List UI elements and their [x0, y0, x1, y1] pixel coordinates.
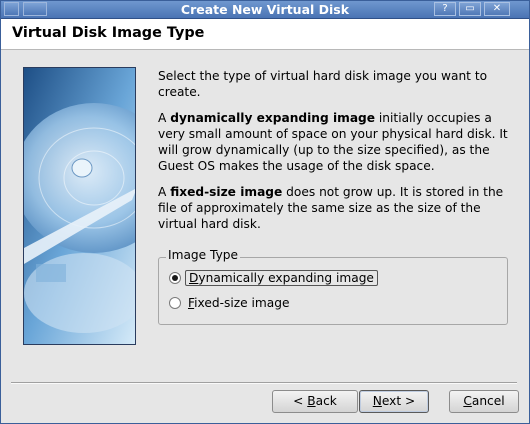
intro-text: Select the type of virtual hard disk ima…: [158, 69, 488, 99]
image-type-legend: Image Type: [166, 248, 241, 262]
radio-dynamic-label[interactable]: Dynamically expanding image: [185, 270, 378, 286]
description: Select the type of virtual hard disk ima…: [158, 68, 513, 242]
page-title: Virtual Disk Image Type: [12, 25, 205, 41]
wizard-header: Virtual Disk Image Type: [1, 19, 529, 50]
radio-fixed-label[interactable]: Fixed-size image: [185, 296, 292, 310]
radio-fixed-indicator[interactable]: [169, 297, 181, 309]
radio-dynamic[interactable]: Dynamically expanding image: [169, 270, 378, 286]
hard-disk-illustration: [24, 68, 135, 344]
minimize-button[interactable]: ▭: [459, 2, 481, 16]
fixed-description: A fixed-size image does not grow up. It …: [158, 185, 504, 231]
dialog-window: Create New Virtual Disk ? ▭ ✕ Virtual Di…: [0, 0, 530, 424]
radio-dynamic-indicator[interactable]: [169, 272, 181, 284]
dynamic-description: A dynamically expanding image initially …: [158, 111, 508, 173]
wizard-side-image: [23, 67, 136, 345]
radio-fixed[interactable]: Fixed-size image: [169, 296, 292, 310]
help-button[interactable]: ?: [434, 2, 456, 16]
cancel-button[interactable]: Cancel: [449, 390, 519, 413]
footer-separator: [11, 382, 517, 384]
image-type-group: Image Type Dynamically expanding image F…: [158, 248, 508, 325]
close-button[interactable]: ✕: [484, 2, 510, 16]
next-button[interactable]: Next >: [359, 390, 429, 413]
title-bar[interactable]: Create New Virtual Disk ? ▭ ✕: [1, 1, 529, 19]
back-button[interactable]: < Back: [272, 390, 358, 413]
